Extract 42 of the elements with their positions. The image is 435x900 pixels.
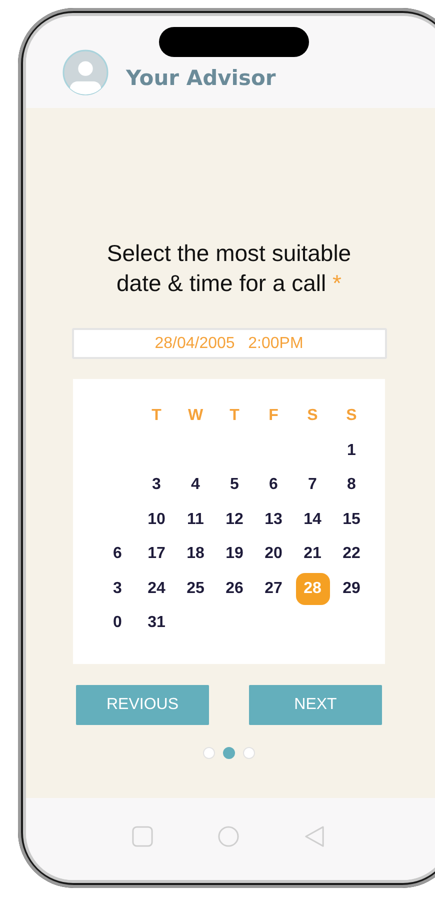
calendar-day[interactable]: 4 xyxy=(178,469,212,502)
calendar-day[interactable]: 19 xyxy=(218,538,252,570)
calendar-day[interactable]: 12 xyxy=(218,504,252,536)
calendar-day[interactable]: 13 xyxy=(256,504,290,536)
calendar-day[interactable]: 6 xyxy=(256,469,290,502)
required-mark: * xyxy=(332,270,342,296)
weekday-label: S xyxy=(306,406,319,426)
calendar-day[interactable]: 8 xyxy=(334,469,368,502)
calendar-day[interactable]: 10 xyxy=(140,504,174,536)
calendar-day[interactable]: 25 xyxy=(178,572,212,605)
calendar-day[interactable]: 20 xyxy=(256,538,290,570)
weekday-label: W xyxy=(186,406,204,426)
calendar-day[interactable]: 26 xyxy=(218,572,252,605)
calendar-day[interactable]: 21 xyxy=(296,538,330,570)
recents-icon[interactable] xyxy=(132,826,153,847)
calendar-day[interactable]: 3 xyxy=(100,572,134,605)
back-icon[interactable] xyxy=(304,826,325,847)
calendar-day[interactable]: 5 xyxy=(218,469,252,502)
weekday-label: S xyxy=(345,406,358,426)
weekday-label: T xyxy=(150,406,162,426)
calendar-day[interactable]: 3 xyxy=(140,469,174,502)
prompt-text: Select the most suitable date & time for a call * xyxy=(106,239,352,298)
calendar-day[interactable]: 18 xyxy=(178,538,212,570)
calendar-day[interactable]: 27 xyxy=(256,572,290,605)
calendar-day[interactable]: 1 xyxy=(334,434,368,467)
calendar-day[interactable]: 24 xyxy=(140,572,174,605)
weekday-label: F xyxy=(268,406,280,426)
home-icon[interactable] xyxy=(218,826,239,847)
calendar-day[interactable]: 15 xyxy=(334,504,368,536)
calendar-day[interactable]: 6 xyxy=(100,538,134,570)
weekday-label: T xyxy=(228,406,240,426)
calendar-day[interactable]: 22 xyxy=(334,538,368,570)
pager-dot[interactable] xyxy=(223,747,235,759)
calendar-day[interactable]: 11 xyxy=(178,504,212,536)
avatar-icon xyxy=(62,49,109,96)
calendar-day[interactable]: 17 xyxy=(140,538,174,570)
header-title: Your Advisor xyxy=(126,66,276,90)
calendar-day[interactable]: 7 xyxy=(296,469,330,502)
calendar-day[interactable]: 29 xyxy=(334,572,368,605)
calendar-day[interactable]: 31 xyxy=(140,607,174,640)
calendar-day[interactable]: 14 xyxy=(296,504,330,536)
calendar-day[interactable]: 0 xyxy=(100,607,134,640)
